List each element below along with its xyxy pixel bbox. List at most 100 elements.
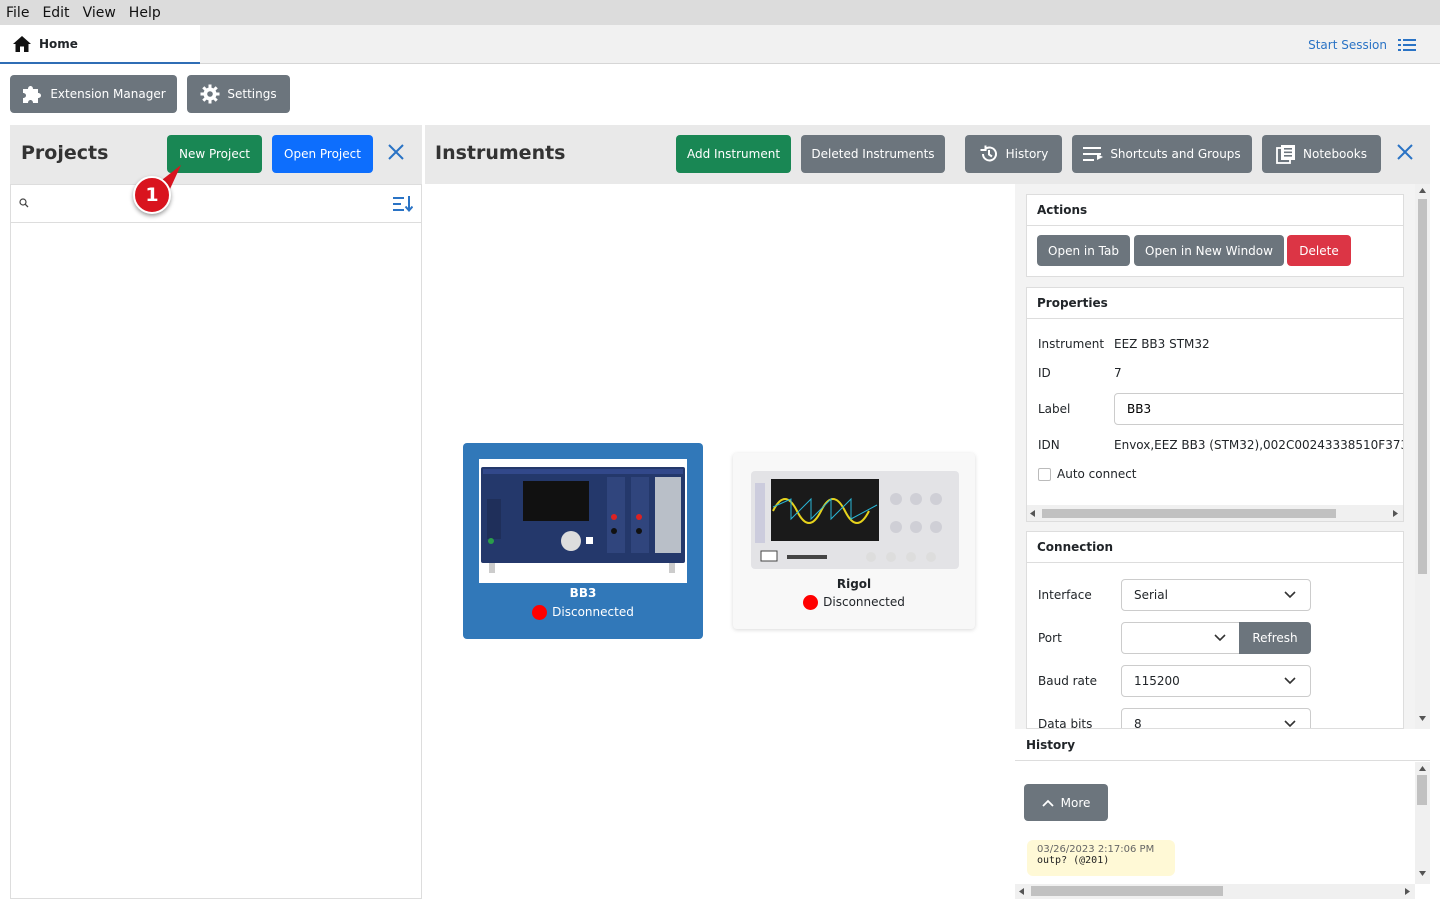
open-in-new-window-button[interactable]: Open in New Window — [1134, 235, 1284, 266]
history-vscrollbar[interactable] — [1415, 762, 1430, 884]
history-title: History — [1015, 729, 1430, 761]
scroll-right-icon — [1405, 888, 1410, 895]
history-icon — [980, 145, 997, 162]
projects-search-bar — [11, 185, 421, 223]
projects-search-input[interactable] — [35, 193, 375, 215]
chevron-up-icon — [1041, 799, 1054, 807]
port-select[interactable] — [1121, 622, 1241, 654]
menu-view[interactable]: View — [83, 5, 116, 21]
close-projects-icon[interactable] — [387, 143, 405, 166]
interface-select[interactable]: Serial — [1121, 579, 1311, 611]
notebook-icon — [1276, 145, 1296, 164]
properties-hscrollbar[interactable] — [1027, 505, 1403, 521]
details-vscroll-thumb[interactable] — [1418, 199, 1427, 574]
auto-connect-label: Auto connect — [1057, 467, 1137, 481]
menu-file[interactable]: File — [6, 5, 29, 21]
baud-rate-value: 115200 — [1134, 674, 1180, 688]
chevron-down-icon — [1284, 677, 1296, 685]
shortcuts-and-groups-label: Shortcuts and Groups — [1110, 147, 1241, 161]
instrument-details-panel: Actions Open in Tab Open in New Window D… — [1015, 184, 1430, 729]
instrument-label: Instrument — [1038, 337, 1105, 351]
puzzle-icon — [23, 86, 42, 103]
shortcuts-and-groups-button[interactable]: Shortcuts and Groups — [1072, 135, 1252, 173]
instrument-status-bb3: Disconnected — [463, 605, 703, 620]
chevron-down-icon — [1284, 720, 1296, 728]
label-input[interactable] — [1114, 393, 1403, 425]
bb3-device-image — [479, 459, 687, 583]
scroll-down-icon — [1419, 871, 1426, 876]
instrument-name-rigol: Rigol — [836, 577, 872, 591]
add-instrument-button[interactable]: Add Instrument — [676, 135, 791, 173]
settings-button[interactable]: Settings — [187, 75, 290, 113]
connection-box: Connection Interface Serial Port Refresh… — [1026, 531, 1404, 729]
instrument-card-rigol[interactable]: Rigol Disconnected — [733, 453, 975, 629]
status-dot-icon — [803, 595, 819, 610]
menu-edit[interactable]: Edit — [42, 5, 69, 21]
refresh-button[interactable]: Refresh — [1239, 622, 1311, 654]
open-in-tab-button[interactable]: Open in Tab — [1037, 235, 1130, 266]
start-session-label: Start Session — [1308, 37, 1387, 52]
instrument-name-bb3: BB3 — [569, 586, 597, 600]
extension-manager-button[interactable]: Extension Manager — [10, 75, 177, 113]
instruments-header: Instruments Add Instrument Deleted Instr… — [425, 125, 1430, 184]
history-panel: History More 03/26/2023 2:17:06 PM outp?… — [1015, 729, 1430, 899]
scroll-up-icon — [1419, 766, 1426, 771]
history-entry-time: 03/26/2023 2:17:06 PM — [1037, 844, 1155, 855]
idn-value: Envox,EEZ BB3 (STM32),002C00243338510F37… — [1114, 438, 1404, 452]
baud-rate-label: Baud rate — [1038, 674, 1097, 688]
more-label: More — [1060, 795, 1091, 810]
properties-hscroll-thumb[interactable] — [1042, 509, 1336, 518]
gear-icon — [200, 84, 220, 104]
step-marker-badge: 1 — [133, 176, 171, 214]
history-button-label: History — [1005, 147, 1049, 161]
menu-bar: File Edit View Help — [0, 0, 1440, 25]
projects-list-panel — [10, 184, 422, 899]
chevron-down-icon — [1214, 634, 1226, 642]
history-hscrollbar[interactable] — [1015, 884, 1415, 899]
more-button[interactable]: More — [1024, 784, 1108, 821]
data-bits-value: 8 — [1134, 717, 1142, 729]
status-dot-icon — [532, 605, 548, 620]
rigol-device-image — [751, 469, 959, 575]
baud-rate-select[interactable]: 115200 — [1121, 665, 1311, 697]
instrument-status-text-rigol: Disconnected — [823, 595, 905, 609]
scroll-down-icon — [1419, 716, 1426, 721]
interface-value: Serial — [1134, 588, 1168, 602]
search-icon — [19, 198, 29, 208]
history-button[interactable]: History — [965, 135, 1062, 173]
notebooks-label: Notebooks — [1303, 147, 1367, 161]
start-session-button[interactable]: Start Session — [1308, 25, 1416, 64]
data-bits-label: Data bits — [1038, 717, 1093, 729]
connection-title: Connection — [1027, 532, 1403, 563]
lines-icon — [1083, 147, 1104, 161]
instruments-title: Instruments — [435, 142, 566, 164]
tab-home[interactable]: Home — [0, 25, 200, 64]
history-entry-command: outp? (@201) — [1037, 855, 1110, 866]
interface-label: Interface — [1038, 588, 1092, 602]
history-entry[interactable]: 03/26/2023 2:17:06 PM outp? (@201) — [1027, 840, 1175, 876]
instrument-value: EEZ BB3 STM32 — [1114, 337, 1210, 351]
deleted-instruments-button[interactable]: Deleted Instruments — [801, 135, 945, 173]
chevron-down-icon — [1284, 591, 1296, 599]
delete-button[interactable]: Delete — [1287, 235, 1351, 266]
history-hscroll-thumb[interactable] — [1031, 886, 1223, 896]
data-bits-select[interactable]: 8 — [1121, 708, 1311, 729]
scroll-left-icon — [1030, 510, 1035, 517]
auto-connect-checkbox[interactable] — [1038, 468, 1051, 481]
open-project-button[interactable]: Open Project — [272, 135, 373, 173]
menu-help[interactable]: Help — [129, 5, 161, 21]
id-value: 7 — [1114, 366, 1122, 380]
extension-manager-label: Extension Manager — [50, 87, 166, 101]
properties-box: Properties Instrument EEZ BB3 STM32 ID 7… — [1026, 287, 1404, 522]
details-vscrollbar[interactable] — [1415, 184, 1430, 729]
instrument-status-text-bb3: Disconnected — [552, 605, 634, 619]
notebooks-button[interactable]: Notebooks — [1262, 135, 1381, 173]
scroll-up-icon — [1419, 188, 1426, 193]
instrument-card-bb3[interactable]: BB3 Disconnected — [463, 443, 703, 639]
sort-icon[interactable] — [393, 196, 413, 212]
settings-label: Settings — [227, 87, 277, 101]
id-label: ID — [1038, 366, 1051, 380]
history-vscroll-thumb[interactable] — [1417, 775, 1427, 805]
home-icon — [13, 35, 31, 52]
close-instruments-icon[interactable] — [1396, 143, 1414, 166]
